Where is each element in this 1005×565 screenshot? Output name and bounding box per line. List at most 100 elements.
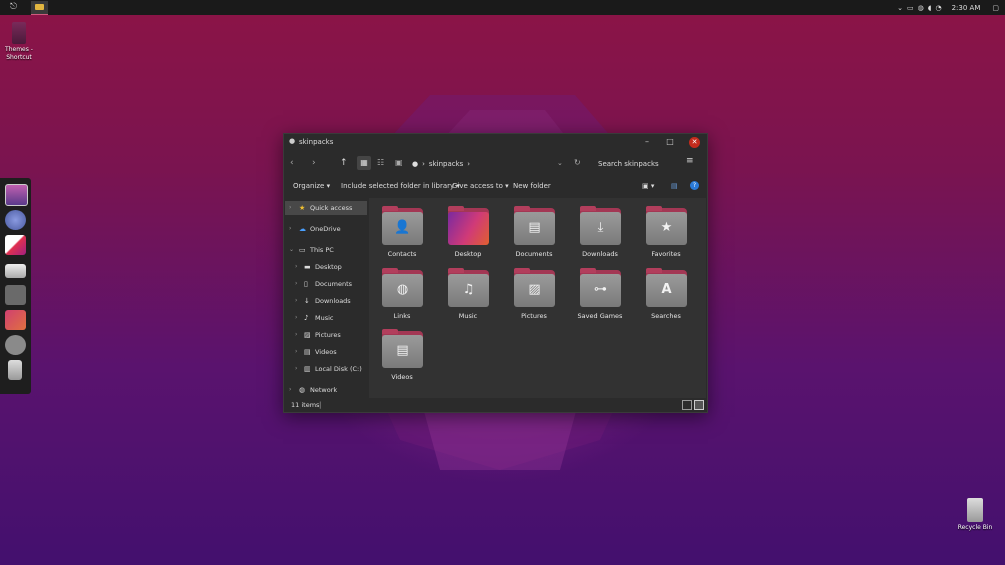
- globe-icon[interactable]: ◍: [918, 4, 924, 12]
- system-tray: ⌄ ▭ ◍ ◖ ◔ 2:30 AM ▢: [897, 0, 1005, 15]
- folder-label: Saved Games: [577, 312, 623, 320]
- forward-icon[interactable]: ›: [312, 157, 316, 169]
- folder-item[interactable]: Desktop: [442, 204, 494, 262]
- close-button[interactable]: ✕: [689, 137, 700, 148]
- theme-icon[interactable]: [5, 310, 26, 330]
- clock[interactable]: 2:30 AM: [952, 4, 981, 12]
- folder-item[interactable]: ⊶ Saved Games: [574, 266, 626, 324]
- start-icon[interactable]: ⎋: [8, 2, 19, 13]
- settings-icon[interactable]: [5, 335, 26, 355]
- expand-icon[interactable]: ›: [295, 348, 297, 355]
- music-icon: ♪: [304, 314, 309, 322]
- wifi-icon[interactable]: ◔: [935, 4, 941, 12]
- expand-icon[interactable]: ›: [295, 314, 297, 321]
- folder-item[interactable]: 👤 Contacts: [376, 204, 428, 262]
- recycle-bin[interactable]: Recycle Bin: [955, 498, 995, 531]
- search-input[interactable]: Search skinpacks: [598, 160, 659, 168]
- folder-label: Searches: [651, 312, 681, 320]
- film-icon: ▤: [396, 343, 409, 358]
- file-explorer-taskbar-button[interactable]: [31, 1, 48, 15]
- sidebar-item-label: Pictures: [315, 331, 341, 339]
- sidebar-item-label: Quick access: [310, 204, 353, 212]
- expand-icon[interactable]: ›: [295, 263, 297, 270]
- themes-icon: [12, 22, 26, 44]
- desktop-icon: ▬: [304, 263, 311, 271]
- sidebar-item-this-pc[interactable]: ⌄ ▭ This PC: [285, 243, 367, 257]
- folder-item[interactable]: ♫ Music: [442, 266, 494, 324]
- organize-button[interactable]: Organize ▾: [293, 182, 330, 190]
- folder-icon: [35, 4, 44, 10]
- expand-icon[interactable]: ›: [289, 204, 291, 211]
- gamepad-icon: ⊶: [594, 282, 607, 297]
- network-icon: ◍: [299, 386, 306, 394]
- change-view-icon[interactable]: ▣ ▾: [642, 182, 654, 190]
- expand-icon[interactable]: ›: [289, 386, 291, 393]
- expand-icon[interactable]: ›: [295, 280, 297, 287]
- monitor-icon[interactable]: [5, 184, 28, 206]
- command-bar: Organize ▾ Include selected folder in li…: [284, 178, 707, 196]
- preview-pane-icon[interactable]: ▤: [671, 182, 678, 190]
- recycle-bin-label: Recycle Bin: [957, 524, 993, 531]
- help-icon[interactable]: ?: [690, 181, 699, 190]
- folder-item[interactable]: ★ Favorites: [640, 204, 692, 262]
- folder-item[interactable]: A Searches: [640, 266, 692, 324]
- sidebar-item-videos[interactable]: › ▤ Videos: [285, 345, 367, 359]
- image-viewer-icon[interactable]: [5, 235, 26, 255]
- drive-icon: ▥: [304, 365, 311, 373]
- up-icon[interactable]: ↑: [340, 157, 348, 169]
- folder-item[interactable]: ▤ Documents: [508, 204, 560, 262]
- view-large-icons-button[interactable]: ▦: [357, 156, 371, 170]
- themes-shortcut[interactable]: Themes - Shortcut: [4, 22, 34, 62]
- user-folder-icon: ●: [289, 137, 296, 145]
- download-icon: ⤓: [597, 220, 604, 235]
- view-details-button[interactable]: ☷: [377, 157, 384, 169]
- sidebar-item-quick-access[interactable]: › ★ Quick access: [285, 201, 367, 215]
- minimize-button[interactable]: –: [640, 136, 654, 148]
- collapse-icon[interactable]: ⌄: [289, 246, 294, 253]
- folder-item[interactable]: ▤ Videos: [376, 327, 428, 385]
- document-icon: ▯: [304, 280, 308, 288]
- give-access-button[interactable]: Give access to ▾: [452, 182, 509, 190]
- chevron-up-icon[interactable]: ⌄: [897, 4, 903, 12]
- expand-icon[interactable]: ›: [295, 331, 297, 338]
- sidebar-item-onedrive[interactable]: › ☁ OneDrive: [285, 222, 367, 236]
- expand-icon[interactable]: ›: [295, 365, 297, 372]
- folder-label: Music: [458, 312, 478, 320]
- notification-icon[interactable]: ▢: [992, 4, 999, 12]
- breadcrumb-item[interactable]: skinpacks: [429, 160, 463, 168]
- sidebar-item-documents[interactable]: › ▯ Documents: [285, 277, 367, 291]
- sidebar-item-downloads[interactable]: › ↓ Downloads: [285, 294, 367, 308]
- sidebar-item-desktop[interactable]: › ▬ Desktop: [285, 260, 367, 274]
- sidebar-item-label: Downloads: [315, 297, 351, 305]
- breadcrumb-chevron-icon[interactable]: ›: [467, 160, 470, 168]
- back-icon[interactable]: ‹: [290, 157, 294, 169]
- expand-icon[interactable]: ›: [295, 297, 297, 304]
- sidebar-item-pictures[interactable]: › ▨ Pictures: [285, 328, 367, 342]
- details-view-icon[interactable]: [682, 400, 692, 410]
- home-folder-icon[interactable]: [5, 285, 26, 305]
- view-tiles-button[interactable]: ▣: [395, 157, 403, 169]
- folder-item[interactable]: ⤓ Downloads: [574, 204, 626, 262]
- maximize-button[interactable]: □: [663, 136, 677, 148]
- drive-icon[interactable]: [5, 264, 26, 278]
- large-icons-view-icon[interactable]: [694, 400, 704, 410]
- sidebar-item-label: Videos: [315, 348, 337, 356]
- browser-icon[interactable]: [5, 210, 26, 230]
- picture-icon: ▨: [528, 282, 541, 297]
- menu-icon[interactable]: ≡: [686, 155, 694, 167]
- volume-icon[interactable]: ◖: [928, 4, 932, 12]
- folder-item[interactable]: ◍ Links: [376, 266, 428, 324]
- folder-item[interactable]: ▨ Pictures: [508, 266, 560, 324]
- include-in-library-button[interactable]: Include selected folder in library ▾: [341, 182, 460, 190]
- sidebar-item-local-disk[interactable]: › ▥ Local Disk (C:): [285, 362, 367, 376]
- title-bar[interactable]: ● skinpacks – □ ✕: [284, 134, 707, 150]
- new-folder-button[interactable]: New folder: [513, 182, 551, 190]
- breadcrumb[interactable]: ● › skinpacks ›: [412, 160, 470, 168]
- sidebar-item-music[interactable]: › ♪ Music: [285, 311, 367, 325]
- expand-icon[interactable]: ›: [289, 225, 291, 232]
- refresh-icon[interactable]: ↻: [574, 157, 581, 169]
- sidebar-item-network[interactable]: › ◍ Network: [285, 383, 367, 397]
- battery-icon[interactable]: ▭: [907, 4, 914, 12]
- history-dropdown-icon[interactable]: ⌄: [557, 157, 563, 169]
- trash-icon[interactable]: [8, 360, 22, 380]
